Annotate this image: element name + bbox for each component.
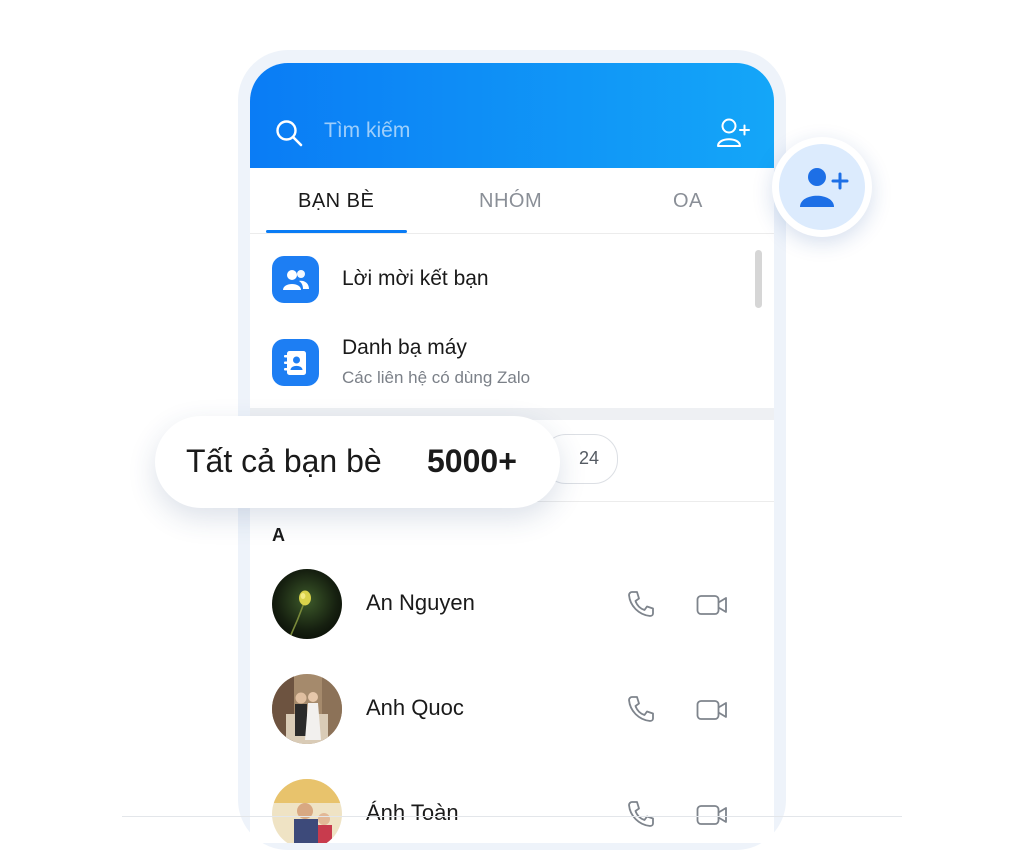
section-letter: A — [272, 525, 285, 545]
contact-row[interactable]: An Nguyen — [250, 559, 774, 649]
contact-row[interactable]: Ánh Toàn — [250, 769, 774, 843]
tab-friends[interactable]: BẠN BÈ — [298, 190, 374, 213]
add-friend-icon — [800, 168, 849, 207]
phonebook-icon — [272, 339, 319, 386]
add-friend-icon[interactable] — [716, 117, 750, 149]
active-tab-indicator — [266, 230, 407, 233]
search-input[interactable]: Tìm kiếm — [324, 119, 410, 143]
video-call-icon[interactable] — [696, 591, 728, 619]
avatar[interactable] — [272, 569, 342, 639]
friend-requests-icon — [272, 256, 319, 303]
contact-name: An Nguyen — [366, 590, 475, 615]
tab-oa[interactable]: OA — [673, 190, 703, 213]
friend-requests-row[interactable]: Lời mời kết bạn — [250, 250, 774, 310]
contact-name: Anh Quoc — [366, 695, 464, 720]
video-call-icon[interactable] — [696, 696, 728, 724]
phone-call-icon[interactable] — [626, 799, 656, 829]
recent-count: 24 — [579, 448, 600, 468]
friend-requests-label: Lời mời kết bạn — [342, 267, 489, 290]
top-bar: Tìm kiếm — [250, 63, 774, 168]
contact-row[interactable]: Anh Quoc — [250, 664, 774, 754]
add-friend-button[interactable] — [772, 137, 872, 237]
add-friend-button-bg — [779, 144, 865, 230]
search-icon[interactable] — [274, 118, 304, 148]
tab-groups[interactable]: NHÓM — [479, 190, 542, 213]
phonebook-label: Danh bạ máy — [342, 336, 467, 359]
phonebook-row[interactable]: Danh bạ máy Các liên hệ có dùng Zalo — [250, 331, 774, 401]
phonebook-subtitle: Các liên hệ có dùng Zalo — [342, 368, 531, 387]
bottom-divider — [122, 816, 902, 817]
tab-bar: BẠN BÈ NHÓM OA — [250, 168, 774, 234]
avatar[interactable] — [272, 674, 342, 744]
scrollbar[interactable] — [755, 250, 762, 308]
phone-call-icon[interactable] — [626, 589, 656, 619]
all-friends-label: Tất cả bạn bè — [186, 443, 382, 479]
avatar[interactable] — [272, 779, 342, 843]
phone-call-icon[interactable] — [626, 694, 656, 724]
all-friends-badge: Tất cả bạn bè 5000+ — [155, 416, 560, 508]
video-call-icon[interactable] — [696, 801, 728, 829]
all-friends-count: 5000+ — [427, 443, 517, 479]
contact-name: Ánh Toàn — [366, 800, 459, 825]
